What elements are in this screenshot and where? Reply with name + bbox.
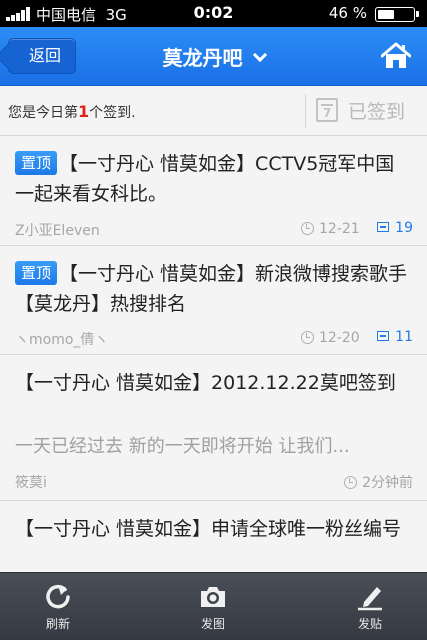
- sign-in-row: 您是今日第1个签到. 已签到: [0, 86, 427, 136]
- post-time: 2分钟前: [344, 472, 413, 492]
- post-title: 【一寸丹心 惜莫如金】申请全球唯一粉丝编号: [15, 518, 402, 540]
- bottom-tab-bar: 刷新 发图 发贴: [0, 572, 427, 640]
- forum-title: 莫龙丹吧: [162, 46, 243, 70]
- pinned-badge: 置顶: [15, 261, 58, 285]
- battery-icon: [375, 7, 419, 22]
- clock-icon: [301, 222, 314, 235]
- post-image-button[interactable]: 发图: [163, 573, 263, 640]
- compose-icon: [358, 587, 382, 611]
- sign-in-message: 您是今日第1个签到.: [8, 102, 136, 121]
- post-time: 12-21: [301, 220, 360, 237]
- home-icon: [380, 42, 412, 68]
- list-item[interactable]: 置顶 【一寸丹心 惜莫如金】CCTV5冠军中国 一起来看女科比。 Z小亚Eleve…: [0, 137, 427, 246]
- forum-title-dropdown[interactable]: 莫龙丹吧: [0, 42, 427, 71]
- camera-icon: [201, 587, 225, 607]
- nav-bar: 返回 莫龙丹吧: [0, 27, 427, 86]
- signed-in-label: 已签到: [348, 101, 406, 123]
- post-time: 12-20: [301, 329, 360, 346]
- list-item[interactable]: 【一寸丹心 惜莫如金】2012.12.22莫吧签到 一天已经过去 新的一天即将开…: [0, 356, 427, 501]
- clock-icon: [301, 331, 314, 344]
- divider: [305, 94, 306, 128]
- post-excerpt: 一天已经过去 新的一天即将开始 让我们...: [15, 436, 350, 457]
- post-title: 置顶 【一寸丹心 惜莫如金】新浪微博搜索歌手【莫龙丹】热搜排名: [15, 261, 408, 315]
- compose-button[interactable]: 发贴: [320, 573, 420, 640]
- reply-count: 11: [377, 329, 413, 345]
- refresh-button[interactable]: 刷新: [8, 573, 108, 640]
- calendar-icon: [316, 98, 338, 122]
- post-meta: Z小亚Eleven 12-21 19: [15, 220, 413, 239]
- sign-in-rank: 1: [78, 102, 90, 121]
- post-meta: 筱莫i 2分钟前: [15, 472, 413, 492]
- post-author: 筱莫i: [15, 475, 47, 491]
- post-meta: ヽmomo_倩ヽ 12-20 11: [15, 329, 413, 348]
- status-bar: 中国电信 3G 0:02 46 %: [0, 0, 427, 27]
- comment-icon: [377, 222, 390, 232]
- post-image-label: 发图: [200, 617, 225, 631]
- post-title: 【一寸丹心 惜莫如金】2012.12.22莫吧签到: [15, 372, 396, 394]
- post-author: ヽmomo_倩ヽ: [15, 332, 109, 348]
- chevron-down-icon: [252, 47, 267, 63]
- compose-label: 发贴: [357, 617, 382, 631]
- refresh-icon: [46, 584, 70, 609]
- list-item[interactable]: 【一寸丹心 惜莫如金】申请全球唯一粉丝编号: [0, 502, 427, 582]
- post-title: 置顶 【一寸丹心 惜莫如金】CCTV5冠军中国 一起来看女科比。: [15, 151, 395, 205]
- comment-icon: [377, 331, 390, 341]
- list-item[interactable]: 置顶 【一寸丹心 惜莫如金】新浪微博搜索歌手【莫龙丹】热搜排名 ヽmomo_倩ヽ …: [0, 247, 427, 355]
- post-author: Z小亚Eleven: [15, 223, 100, 239]
- home-button[interactable]: [380, 42, 412, 70]
- clock-icon: [344, 476, 358, 489]
- reply-count: 19: [377, 220, 413, 236]
- pinned-badge: 置顶: [15, 151, 58, 175]
- refresh-label: 刷新: [45, 617, 70, 631]
- battery-percent: 46 %: [328, 4, 367, 22]
